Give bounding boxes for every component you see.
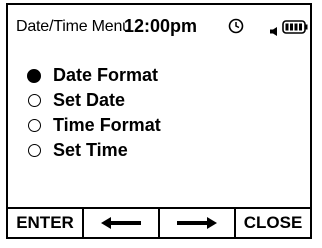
left-arrow-icon: [101, 217, 141, 229]
right-arrow-icon: [177, 217, 217, 229]
menu-item-label: Set Time: [53, 140, 128, 160]
menu-item-set-date[interactable]: Set Date: [26, 88, 161, 113]
radio-unselected-icon: [28, 94, 41, 107]
enter-button[interactable]: ENTER: [6, 209, 82, 239]
menu-item-label: Date Format: [53, 65, 159, 85]
menu-item-set-time[interactable]: Set Time: [26, 138, 161, 163]
softkey-bar: ENTER CLOSE: [6, 207, 312, 239]
clock-icon: [228, 18, 244, 34]
battery-icon: [282, 20, 308, 34]
radio-selected-icon: [27, 68, 41, 83]
menu-item-time-format[interactable]: Time Format: [26, 113, 161, 138]
device-screen: Date/Time Menu 12:00pm Date Format Set D…: [6, 3, 312, 239]
right-arrow-button[interactable]: [158, 209, 234, 239]
menu-item-date-format[interactable]: Date Format: [26, 63, 161, 88]
current-time: 12:00pm: [124, 16, 198, 36]
radio-unselected-icon: [28, 144, 41, 157]
left-arrow-button[interactable]: [82, 209, 158, 239]
close-button[interactable]: CLOSE: [234, 209, 312, 239]
menu-item-label: Time Format: [53, 115, 161, 135]
speaker-icon: [270, 23, 278, 36]
menu-item-label: Set Date: [53, 90, 126, 110]
status-header: Date/Time Menu 12:00pm: [8, 5, 310, 45]
date-time-menu-list: Date Format Set Date Time Format Set Tim…: [26, 63, 161, 163]
radio-unselected-icon: [28, 119, 41, 132]
menu-title: Date/Time Menu: [16, 18, 131, 35]
